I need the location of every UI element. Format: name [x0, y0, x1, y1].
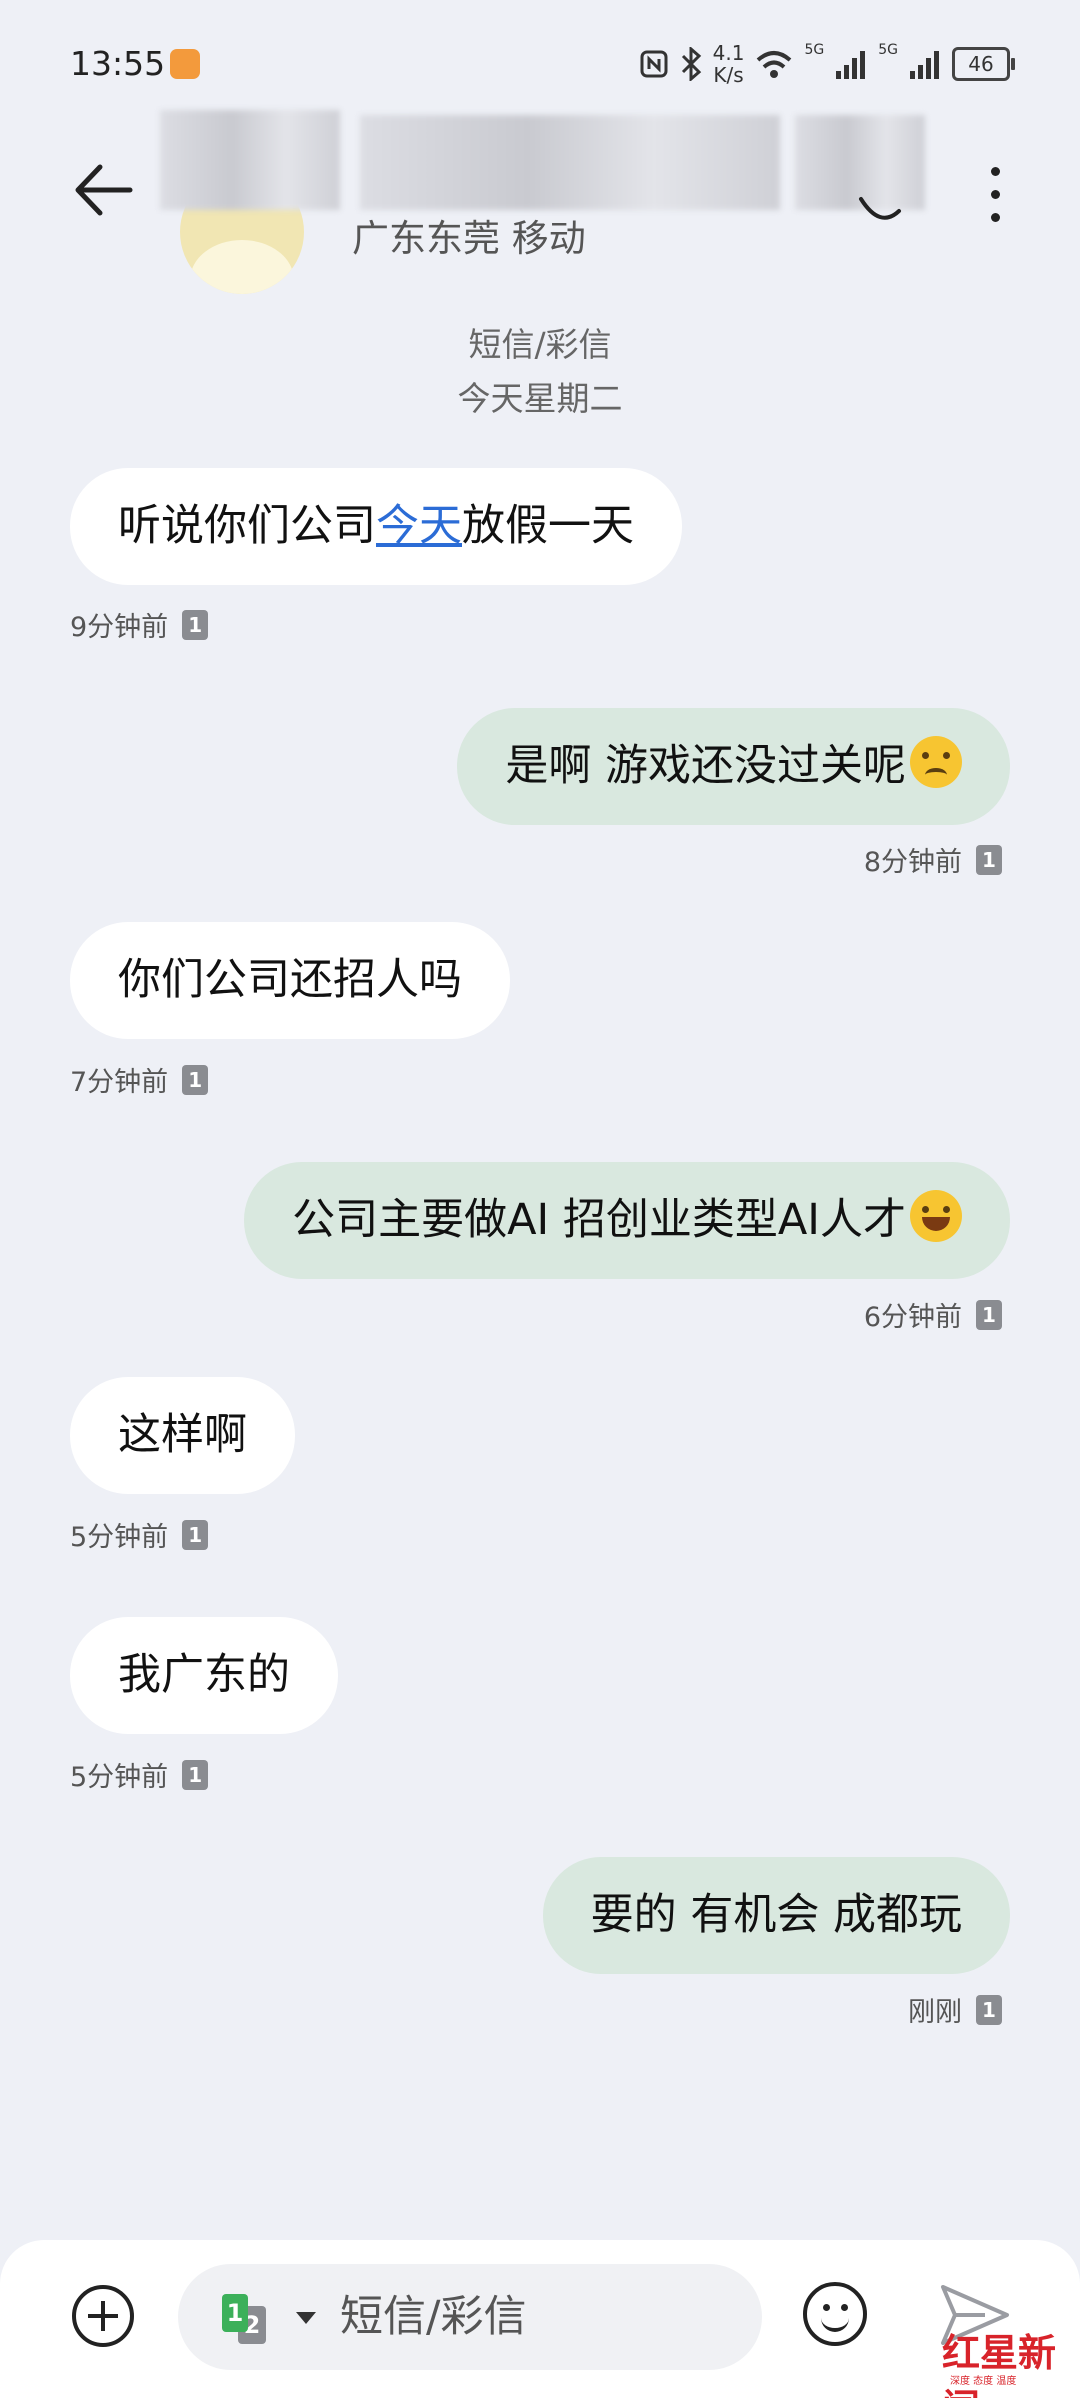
sim2-network-type: 5G — [878, 42, 898, 58]
sim1-badge: 1 — [222, 2294, 248, 2332]
chevron-down-icon[interactable] — [296, 2312, 316, 2324]
message-time: 7分钟前 — [70, 1067, 169, 1098]
sim-card-icon: 1 — [182, 1519, 209, 1550]
contact-location-carrier: 广东东莞 移动 — [352, 217, 586, 260]
sms-conversation-screen: 13:55 4.1 K/s 5G 5G 46 广东东莞 移动 短信/彩信 今天星… — [0, 0, 1080, 2398]
network-speed-unit: K/s — [713, 63, 744, 87]
sim-card-icon: 1 — [182, 609, 209, 640]
wifi-icon — [757, 51, 792, 78]
add-attachment-button[interactable] — [72, 2285, 134, 2347]
message-time: 刚刚 — [908, 1997, 962, 2028]
sim-card-icon: 1 — [182, 1064, 209, 1095]
signal-strength-icon — [910, 51, 939, 79]
sim-card-icon: 1 — [976, 1994, 1002, 2025]
redacted-contact-name — [360, 115, 780, 210]
message-meta: 6分钟前 1 — [864, 1295, 1002, 1334]
message-input[interactable] — [340, 2264, 740, 2370]
outgoing-message-bubble[interactable]: 是啊 游戏还没过关呢 — [457, 708, 1010, 825]
message-text: 这样啊 — [118, 1410, 247, 1460]
redacted-avatar-overlay — [160, 110, 340, 210]
status-indicators: 4.1 K/s 5G 5G 46 — [639, 40, 1015, 88]
conversation-header: 广东东莞 移动 — [0, 110, 1080, 294]
tears-of-joy-emoji-icon — [910, 1190, 962, 1242]
sim-card-icon: 1 — [976, 844, 1002, 875]
message-time: 5分钟前 — [70, 1762, 169, 1793]
back-arrow-icon[interactable] — [70, 155, 140, 225]
message-text: 是啊 游戏还没过关呢 — [505, 741, 906, 791]
sim-card-icon: 1 — [976, 1299, 1002, 1330]
notification-app-icon — [170, 49, 200, 79]
incoming-message-bubble[interactable]: 你们公司还招人吗 — [70, 922, 510, 1039]
message-meta: 9分钟前 1 — [70, 605, 209, 644]
message-meta: 8分钟前 1 — [864, 840, 1002, 879]
message-text: 要的 有机会 成都玩 — [590, 1890, 962, 1940]
message-meta: 刚刚 1 — [908, 1990, 1002, 2029]
network-speed: 4.1 K/s — [713, 42, 745, 86]
sad-tear-emoji-icon — [910, 736, 962, 788]
watermark-tagline: 深度 态度 温度 — [950, 2376, 1017, 2387]
bluetooth-icon — [681, 47, 701, 81]
message-text: 听说你们公司 — [118, 501, 376, 551]
message-text: 放假一天 — [462, 501, 634, 551]
message-text: 公司主要做AI 招创业类型AI人才 — [292, 1195, 906, 1245]
incoming-message-bubble[interactable]: 这样啊 — [70, 1377, 295, 1494]
date-separator: 今天星期二 — [457, 379, 623, 418]
message-time: 9分钟前 — [70, 612, 169, 643]
sim-switch-icon[interactable]: 2 1 — [222, 2294, 270, 2344]
message-time: 5分钟前 — [70, 1522, 169, 1553]
message-meta: 7分钟前 1 — [70, 1060, 209, 1099]
status-time: 13:55 — [70, 44, 166, 83]
emoji-picker-button[interactable] — [803, 2282, 867, 2346]
conversation-type-label: 短信/彩信 — [468, 325, 612, 364]
incoming-message-bubble[interactable]: 我广东的 — [70, 1617, 338, 1734]
sim1-network-type: 5G — [804, 42, 825, 58]
battery-indicator: 46 — [952, 47, 1015, 81]
message-composer: 2 1 — [0, 2240, 1080, 2398]
signal-strength-icon — [836, 51, 866, 79]
message-meta: 5分钟前 1 — [70, 1515, 209, 1554]
network-speed-value: 4.1 — [712, 41, 745, 65]
outgoing-message-bubble[interactable]: 要的 有机会 成都玩 — [542, 1857, 1010, 1974]
message-text: 你们公司还招人吗 — [118, 955, 462, 1005]
sim-card-icon: 1 — [182, 1759, 209, 1790]
message-input-container[interactable]: 2 1 — [178, 2264, 762, 2370]
call-icon[interactable] — [855, 185, 905, 225]
message-time: 6分钟前 — [863, 1302, 962, 1333]
message-text: 我广东的 — [118, 1650, 290, 1700]
message-time: 8分钟前 — [863, 847, 962, 878]
incoming-message-bubble[interactable]: 听说你们公司今天放假一天 — [70, 468, 682, 585]
message-meta: 5分钟前 1 — [70, 1755, 209, 1794]
nfc-icon — [640, 50, 668, 78]
date-link[interactable]: 今天 — [376, 501, 462, 551]
outgoing-message-bubble[interactable]: 公司主要做AI 招创业类型AI人才 — [244, 1162, 1010, 1279]
more-options-icon[interactable] — [975, 160, 1015, 230]
